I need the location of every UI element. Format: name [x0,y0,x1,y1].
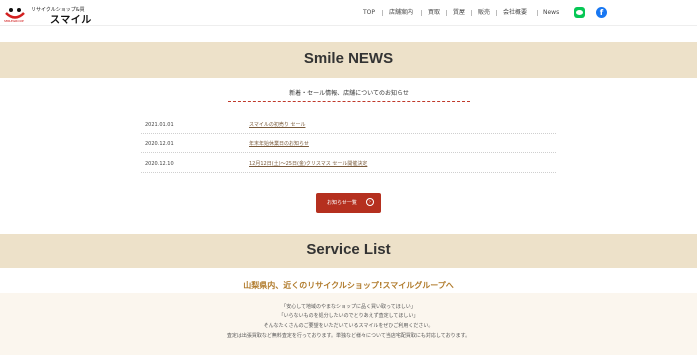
news-subtitle: 新着・セール情報、店舗についてのお知らせ [289,90,409,97]
arrow-right-icon: › [366,198,374,206]
service-text-line: 「いらないものを処分したいのでとりあえず査定してほしい」 [278,313,419,319]
news-row: 2021.01.01 スマイルの初売り セール [141,116,556,134]
nav-news[interactable]: News [543,8,559,18]
service-section-title: Service List [306,241,391,258]
nav-buy[interactable]: 買取 [428,8,440,18]
service-intro-box: 「安心して地域のやまなショップに品く買い取ってほしい」 「いらないものを処分した… [0,293,697,355]
news-link[interactable]: スマイルの初売り セール [249,121,305,128]
nav-separator [421,10,422,16]
logo-name: スマイル [50,15,92,26]
service-text-line: 「安心して地域のやまなショップに品く買い取ってほしい」 [281,304,416,310]
line-icon[interactable] [574,7,585,18]
facebook-icon[interactable]: f [596,7,607,18]
service-lead: 山梨県内、近くのリサイクルショップ!スマイルグループへ [243,281,454,290]
nav-separator [446,10,447,16]
news-section-title: Smile NEWS [303,50,394,67]
nav-stores[interactable]: 店舗案内 [389,8,413,18]
news-list-button[interactable]: お知らせ一覧 › [316,193,381,213]
service-text-line: そんなたくさんのご要望をいただいているスマイルをぜひご利用ください。 [263,323,434,329]
nav-separator [496,10,497,16]
nav-company[interactable]: 会社概要 [503,8,527,18]
news-link[interactable]: 年末年始休業日のお知らせ [249,140,309,147]
news-date: 2021.01.01 [145,122,174,128]
nav-separator [537,10,538,16]
news-date: 2020.12.01 [145,141,174,147]
news-subtitle-underline [228,101,470,102]
nav-pawn[interactable]: 質屋 [453,8,465,18]
nav-separator [382,10,383,16]
news-list-button-label: お知らせ一覧 [327,200,357,206]
news-link[interactable]: 12月12日(土)〜25日(金)クリスマス セール開催決定 [249,160,367,167]
news-row: 2020.12.10 12月12日(土)〜25日(金)クリスマス セール開催決定 [141,155,556,173]
site-logo[interactable]: リサイクルショップ&買 スマイル SMILEGROUP [4,3,99,26]
nav-separator [471,10,472,16]
nav-top[interactable]: TOP [363,8,375,18]
news-date: 2020.12.10 [145,161,174,167]
nav-sales[interactable]: 販売 [478,8,490,18]
news-row: 2020.12.01 年末年始休業日のお知らせ [141,135,556,153]
logo-group: SMILEGROUP [4,19,24,23]
service-text-line: 査定は出張買取など無料査定を行っております。単独など様々について当店宅配買取にも… [226,333,471,339]
site-header: リサイクルショップ&買 スマイル SMILEGROUP TOP 店舗案内 買取 … [0,0,697,26]
